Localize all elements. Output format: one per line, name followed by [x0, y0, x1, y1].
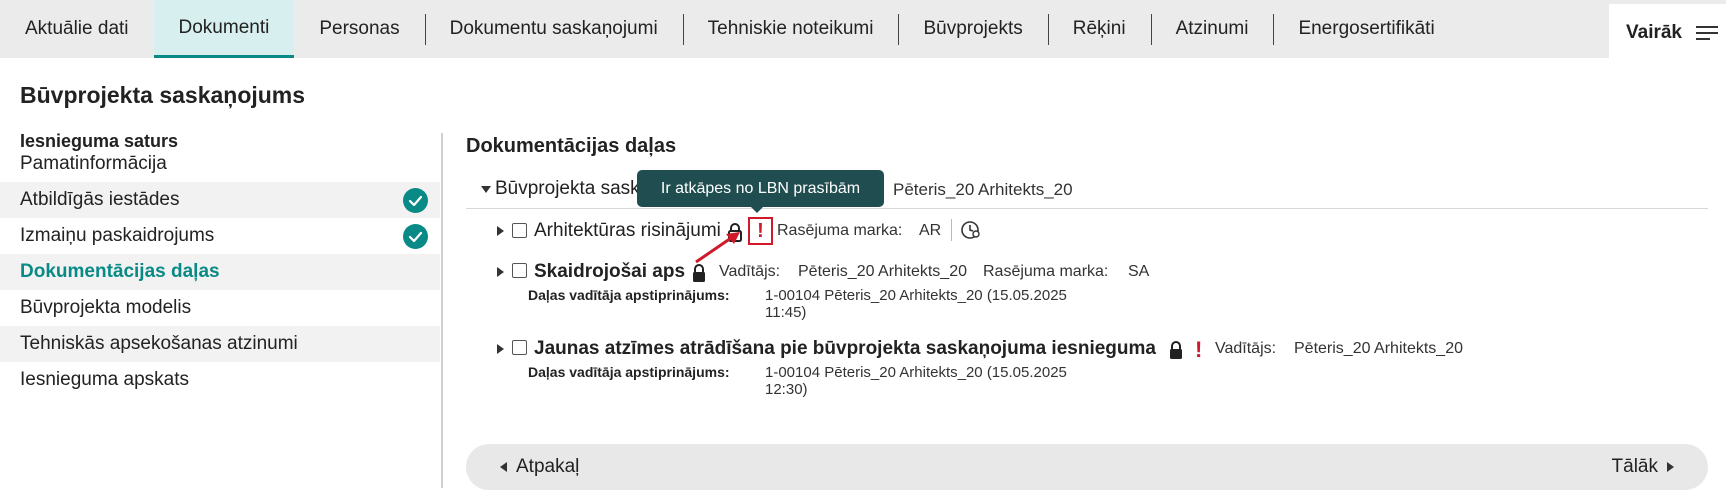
warning-icon[interactable]: !: [1195, 337, 1202, 363]
caret-down-icon[interactable]: [481, 186, 491, 193]
tab-buvprojekts[interactable]: Būvprojekts: [898, 0, 1047, 58]
tooltip-text: Ir atkāpes no LBN prasībām: [660, 179, 861, 197]
sidebar-item-label: Tehniskās apsekošanas atzinumi: [20, 333, 298, 354]
tab-label: Dokumentu saskaņojumi: [449, 18, 658, 39]
sidebar-item-pamatinformacija[interactable]: Pamatinformācija: [0, 146, 440, 182]
more-menu-button[interactable]: Vairāk: [1609, 4, 1726, 62]
tab-label: Tehniskie noteikumi: [707, 18, 874, 39]
caret-left-icon: [500, 462, 507, 472]
leader-value: Pēteris_20 Arhitekts_20: [1294, 340, 1463, 357]
back-button[interactable]: Atpakaļ: [500, 444, 579, 490]
caret-right-icon[interactable]: [497, 226, 504, 236]
sidebar-item-atbildigas-iestades[interactable]: Atbildīgās iestādes: [0, 182, 440, 218]
tab-list: Aktuālie dati Dokumenti Personas Dokumen…: [0, 0, 1460, 58]
wizard-footer: Atpakaļ Tālāk: [466, 444, 1708, 490]
annotation-arrow-icon: [695, 232, 740, 264]
next-label: Tālāk: [1611, 456, 1658, 477]
caret-right-icon: [1667, 462, 1674, 472]
tab-dokumentu-saskanojumi[interactable]: Dokumentu saskaņojumi: [424, 0, 683, 58]
tab-energosertifikati[interactable]: Energosertifikāti: [1273, 0, 1459, 58]
mark-label: Rasējuma marka:: [983, 263, 1109, 280]
tab-label: Energosertifikāti: [1298, 18, 1435, 39]
tab-personas[interactable]: Personas: [294, 0, 424, 58]
row-checkbox[interactable]: [512, 340, 527, 355]
tab-aktualie-dati[interactable]: Aktuālie dati: [0, 0, 154, 58]
check-circle-icon: [403, 224, 428, 249]
tab-label: Aktuālie dati: [25, 18, 129, 39]
row-title: Skaidrojošai aps: [534, 261, 686, 282]
tab-atzinumi[interactable]: Atzinumi: [1150, 0, 1274, 58]
row-checkbox[interactable]: [512, 223, 527, 238]
clock-history-icon[interactable]: [960, 219, 982, 246]
tab-label: Būvprojekts: [923, 18, 1023, 39]
tab-label: Dokumenti: [178, 16, 270, 38]
group-person: Pēteris_20 Arhitekts_20: [893, 180, 1073, 199]
caret-right-icon[interactable]: [497, 344, 504, 354]
warning-icon[interactable]: !: [748, 217, 773, 245]
mark-value: AR: [919, 222, 942, 239]
sidebar-item-label: Izmaiņu paskaidrojums: [20, 225, 215, 246]
sidebar-item-label: Dokumentācijas daļas: [20, 261, 220, 282]
caret-right-icon[interactable]: [497, 267, 504, 277]
sidebar-item-label: Iesnieguma apskats: [20, 369, 189, 390]
tab-label: Personas: [319, 18, 400, 39]
lock-icon: [1168, 340, 1184, 365]
warning-tooltip: Ir atkāpes no LBN prasībām: [637, 170, 884, 213]
approval-label: Daļas vadītāja apstiprinājums:: [528, 287, 730, 303]
top-tab-bar: Aktuālie dati Dokumenti Personas Dokumen…: [0, 0, 1726, 62]
tab-label: Atzinumi: [1175, 18, 1249, 39]
tab-rekini[interactable]: Rēķini: [1047, 0, 1151, 58]
tab-tehniskie-noteikumi[interactable]: Tehniskie noteikumi: [682, 0, 899, 58]
sidebar-item-buvprojekta-modelis[interactable]: Būvprojekta modelis: [0, 290, 440, 326]
tab-dokumenti[interactable]: Dokumenti: [153, 0, 295, 58]
more-label: Vairāk: [1626, 22, 1682, 43]
back-label: Atpakaļ: [516, 456, 580, 477]
approval-value: 1-00104 Pēteris_20 Arhitekts_20 (15.05.2…: [765, 287, 1067, 321]
group-title: Būvprojekta sask: [495, 178, 640, 199]
approval-label: Daļas vadītāja apstiprinājums:: [528, 364, 730, 380]
section-title: Dokumentācijas daļas: [466, 135, 677, 157]
mark-label: Rasējuma marka:: [777, 222, 903, 239]
next-button[interactable]: Tālāk: [1612, 444, 1674, 490]
row-checkbox[interactable]: [512, 263, 527, 278]
hamburger-icon: [1696, 25, 1718, 41]
column-divider: [441, 133, 443, 488]
sidebar-item-iesnieguma-apskats[interactable]: Iesnieguma apskats: [0, 362, 440, 398]
sidebar-item-tehniskas-apsekosanas-atzinumi[interactable]: Tehniskās apsekošanas atzinumi: [0, 326, 440, 362]
approval-value: 1-00104 Pēteris_20 Arhitekts_20 (15.05.2…: [765, 364, 1067, 398]
sidebar-item-izmainu-paskaidrojums[interactable]: Izmaiņu paskaidrojums: [0, 218, 440, 254]
page-title: Būvprojekta saskaņojums: [20, 82, 306, 108]
sidebar-item-label: Pamatinformācija: [20, 153, 167, 174]
separator: [951, 219, 952, 241]
sidebar-item-dokumentacijas-dalas[interactable]: Dokumentācijas daļas: [0, 254, 440, 290]
sidebar-item-label: Būvprojekta modelis: [20, 297, 192, 318]
sidebar-item-label: Atbildīgās iestādes: [20, 189, 180, 210]
row-title: Jaunas atzīmes atrādīšana pie būvprojekt…: [534, 338, 1156, 359]
mark-value: SA: [1128, 263, 1150, 280]
leader-value: Pēteris_20 Arhitekts_20: [798, 263, 967, 280]
tab-label: Rēķini: [1072, 18, 1126, 39]
check-circle-icon: [403, 188, 428, 213]
leader-label: Vadītājs:: [1215, 340, 1277, 357]
